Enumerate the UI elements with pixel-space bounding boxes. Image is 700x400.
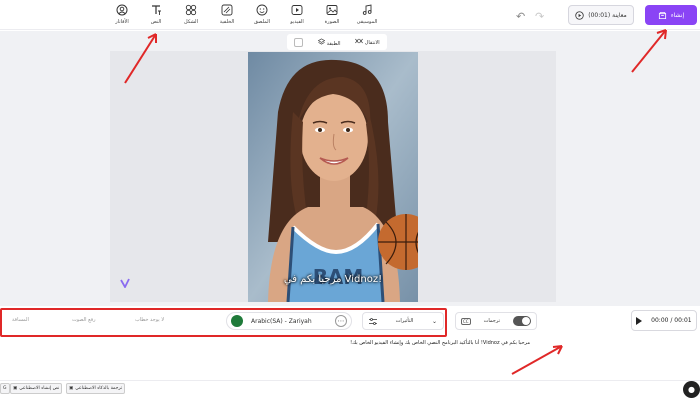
pause-control[interactable]: المسافة: [12, 317, 29, 323]
chat-support-button[interactable]: ●: [683, 381, 700, 398]
preview-button[interactable]: معاينة (00:01): [568, 5, 634, 25]
shapes-icon: [185, 4, 197, 16]
transition-button[interactable]: الانتقال: [355, 38, 380, 46]
avatar-image: BAM: [248, 52, 418, 302]
top-toolbar: الأفاتار النص الشكل الخلفية الملصق الفيد…: [0, 0, 700, 30]
tool-music[interactable]: الموسيقى: [350, 4, 384, 25]
saudi-flag-icon: [231, 315, 243, 327]
effects-label: التأثيرات: [395, 318, 414, 324]
transition-label: الانتقال: [364, 40, 380, 46]
more-options-icon[interactable]: ⋯: [335, 315, 347, 327]
robot-icon: ▣: [69, 386, 74, 391]
tool-text-label: النص: [150, 19, 162, 25]
volume-control[interactable]: رفع الصوت: [72, 317, 96, 323]
chip-ai-text-label: نص إنشاء الاصطناعي: [19, 386, 60, 391]
chip-ai-translate[interactable]: ▣ ترجمة بالذكاء الاصطناعي: [66, 383, 126, 394]
create-button[interactable]: إنشاء: [645, 5, 697, 25]
canvas-mini-toolbar: الطبقة الانتقال: [287, 34, 387, 50]
color-swatch[interactable]: [294, 37, 304, 47]
voice-selector[interactable]: Arabic(SA) - Zariyah ⋯: [226, 312, 352, 330]
tool-video[interactable]: الفيديو: [280, 4, 314, 25]
play-circle-icon: [575, 10, 584, 20]
sliders-icon: [369, 317, 377, 325]
tool-background[interactable]: الخلفية: [210, 4, 244, 25]
script-text-field[interactable]: مرحبا بكم في Vidnoz! أنا بالتأكيد البرنا…: [230, 340, 530, 346]
subtitles-toggle[interactable]: [513, 316, 531, 326]
cc-icon: CC: [461, 317, 471, 325]
tool-shapes[interactable]: الشكل: [174, 4, 208, 25]
tool-video-label: الفيديو: [290, 19, 304, 25]
subtitles-label: ترجمات: [483, 318, 500, 324]
box-icon: [658, 11, 666, 19]
time-display: 00:00 / 00:01: [651, 317, 692, 324]
layer-label: الطبقة: [326, 40, 341, 47]
redo-icon[interactable]: ↷: [535, 10, 544, 23]
tool-image[interactable]: الصورة: [315, 4, 349, 25]
text-icon: [150, 4, 162, 16]
chip-ai-text[interactable]: ▣ نص إنشاء الاصطناعي: [10, 383, 63, 394]
voice-name: Arabic(SA) - Zariyah: [251, 317, 312, 325]
transition-icon: [355, 38, 364, 44]
tool-text[interactable]: النص: [139, 4, 173, 25]
tool-music-label: الموسيقى: [356, 19, 378, 25]
vidnoz-logo-icon: [120, 278, 130, 288]
undo-icon[interactable]: ↶: [516, 10, 525, 23]
layer-button[interactable]: الطبقة: [317, 37, 341, 47]
tool-sticker-label: الملصق: [254, 19, 270, 25]
music-icon: [361, 4, 373, 16]
play-icon[interactable]: [636, 316, 643, 325]
avatar-video-frame[interactable]: BAM مرحبا بكم في Vidnoz!: [248, 52, 418, 302]
background-icon: [221, 4, 233, 16]
video-icon: [291, 4, 303, 16]
chip-g-label: G: [3, 386, 7, 391]
effects-dropdown[interactable]: التأثيرات ⌄: [362, 312, 444, 330]
annotation-arrow-create: [631, 29, 667, 73]
annotation-arrow-script: [511, 345, 563, 375]
sticker-icon: [256, 4, 268, 16]
tool-sticker[interactable]: الملصق: [245, 4, 279, 25]
chip-ai-translate-label: ترجمة بالذكاء الاصطناعي: [75, 386, 123, 391]
tool-image-label: الصورة: [324, 19, 340, 25]
create-label: إنشاء: [670, 11, 685, 19]
avatar-icon: [116, 4, 128, 16]
play-control[interactable]: 00:00 / 00:01: [631, 310, 697, 331]
chevron-down-icon: ⌄: [431, 317, 437, 325]
video-caption: مرحبا بكم في Vidnoz!: [283, 274, 383, 285]
no-speech-control[interactable]: لا يوجد خطاب: [135, 317, 164, 323]
preview-label: معاينة (00:01): [588, 11, 627, 19]
layers-icon: [317, 37, 326, 45]
robot-icon: ▣: [13, 386, 18, 391]
tool-avatar-label: الأفاتار: [115, 19, 129, 25]
image-icon: [326, 4, 338, 16]
tool-avatar[interactable]: الأفاتار: [105, 4, 139, 25]
annotation-arrow-text: [124, 33, 157, 84]
tool-background-label: الخلفية: [219, 19, 235, 25]
subtitles-toggle-group: CC ترجمات: [455, 312, 537, 330]
chip-g[interactable]: G: [0, 383, 10, 394]
tool-shapes-label: الشكل: [184, 19, 198, 25]
